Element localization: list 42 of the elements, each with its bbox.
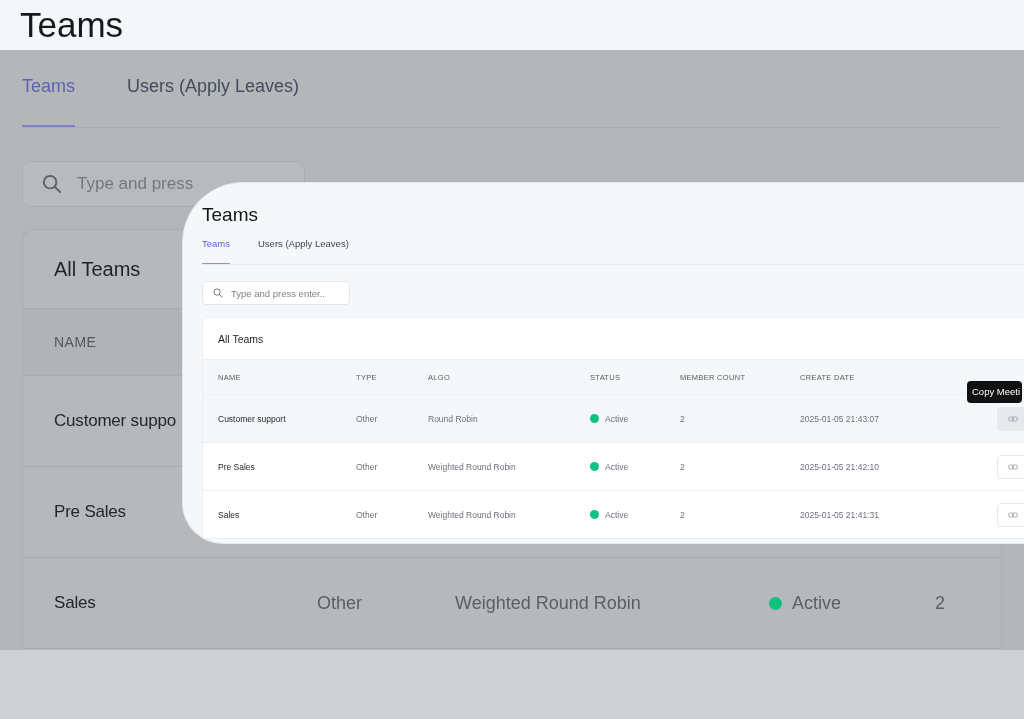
team-name: Customer suppo [54, 411, 176, 431]
team-name: Sales [218, 509, 241, 520]
link-icon [1008, 463, 1018, 470]
table-cell-text: Weighted Round Robin [428, 509, 517, 520]
table-cell-text: Other [356, 509, 379, 520]
table-cell-text: 2 [680, 509, 686, 520]
copy-link-button[interactable] [997, 454, 1024, 479]
table-cell-text: 2025-01-05 21:41:31 [800, 509, 880, 520]
table-cell-text: 2 [680, 413, 686, 424]
tab[interactable]: Teams [202, 227, 230, 264]
tab[interactable]: Users (Apply Leaves) [258, 227, 349, 264]
table-cell: Other [317, 592, 363, 614]
column-header: NAME [54, 334, 97, 350]
card-title: All Teams [218, 332, 264, 345]
card-title: All Teams [54, 257, 141, 281]
table-cell-text: Round Robin [428, 413, 479, 424]
status-text: Active [792, 592, 842, 614]
copy-link-button[interactable] [997, 502, 1024, 527]
link-icon [1008, 511, 1018, 518]
table-row[interactable]: Sales Other Weighted Round Robin Active 2 2025-01-05 21:41:31 [203, 490, 1024, 538]
table-cell-text: Other [356, 461, 379, 472]
team-name: Pre Sales [218, 461, 256, 472]
table-cell-text: Weighted Round Robin [428, 461, 517, 472]
search-icon [42, 174, 62, 194]
table-cell-text: 2025-01-05 21:42:10 [800, 461, 880, 472]
table-cell: Weighted Round Robin [455, 592, 641, 614]
status-text: Active [605, 461, 629, 472]
tab[interactable]: Users (Apply Leaves) [127, 50, 300, 127]
table-cell-text: Other [356, 413, 379, 424]
copy-link-button[interactable] [997, 406, 1024, 431]
status-text: Active [605, 509, 629, 520]
table-cell: 2 [935, 592, 945, 614]
team-name: Customer support [218, 413, 287, 424]
status-text: Active [605, 413, 629, 424]
search-icon [213, 288, 223, 298]
table-cell-text: 2025-01-05 21:43:07 [800, 413, 880, 424]
tooltip: Copy Meeti [967, 380, 1023, 403]
page-title: Teams [20, 4, 124, 46]
link-icon [1008, 415, 1018, 422]
team-name: Sales [54, 593, 96, 613]
table-cell-text: 2 [680, 461, 686, 472]
team-name: Pre Sales [54, 502, 126, 522]
